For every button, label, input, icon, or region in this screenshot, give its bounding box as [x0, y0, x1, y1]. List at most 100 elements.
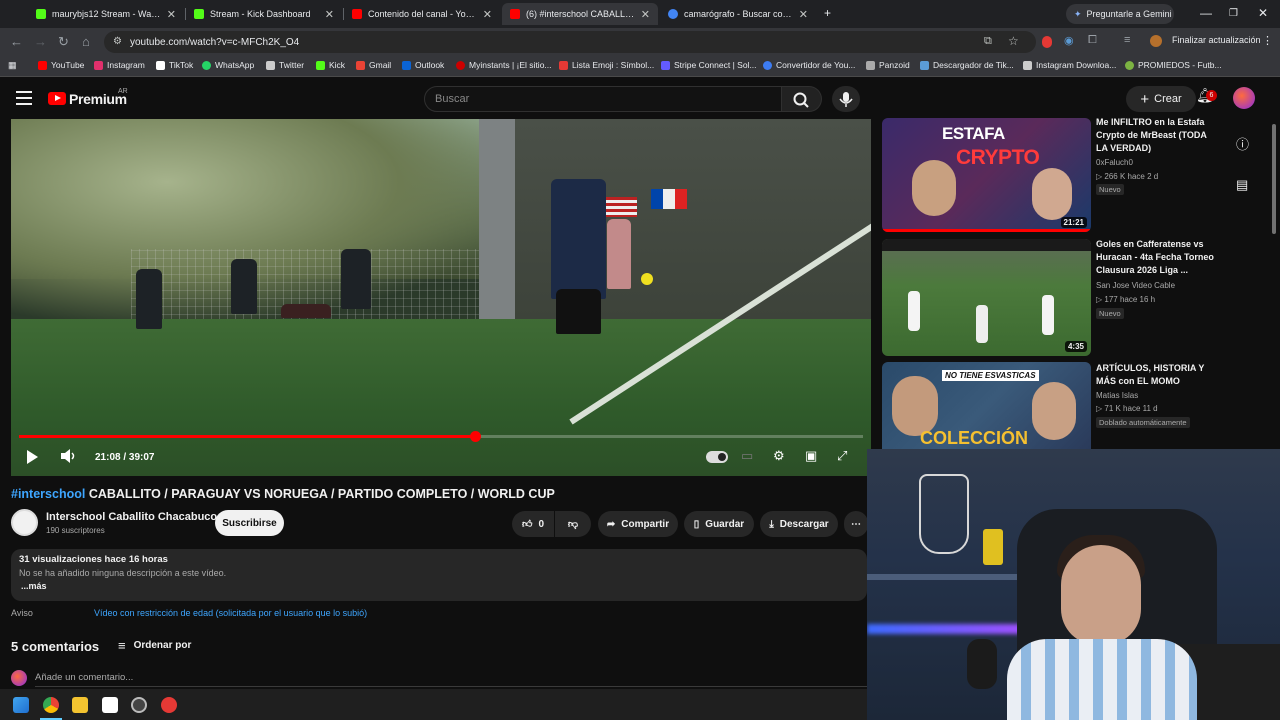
windows-start-icon[interactable]	[13, 697, 29, 713]
subtitles-icon[interactable]: ▭	[741, 448, 753, 464]
autoplay-toggle[interactable]	[706, 451, 728, 463]
back-icon[interactable]: ←	[10, 34, 23, 49]
recommended-thumbnail[interactable]: 4:35	[882, 239, 1091, 356]
bookmark-tiktok[interactable]: TikTok	[156, 60, 193, 70]
description-box[interactable]: 31 visualizaciones hace 16 horas No se h…	[11, 549, 867, 601]
progress-knob[interactable]	[469, 431, 481, 442]
reading-list-icon[interactable]: ≡	[1124, 34, 1130, 46]
bookmark-outlook[interactable]: Outlook	[402, 60, 444, 70]
menu-icon[interactable]	[16, 91, 32, 109]
obs-icon[interactable]	[131, 697, 147, 713]
volume-icon[interactable]	[59, 448, 77, 467]
search-button[interactable]	[782, 86, 822, 112]
reload-icon[interactable]: ↻	[58, 34, 69, 50]
recommended-title[interactable]: Me INFILTRO en la Estafa Crypto de MrBea…	[1096, 116, 1220, 155]
apps-grid-icon[interactable]: ▦	[8, 60, 17, 71]
sort-comments-button[interactable]: ≡ Ordenar por	[118, 638, 191, 653]
bookmark-stripe[interactable]: Stripe Connect | Sol...	[661, 60, 757, 70]
bookmark-promiedos[interactable]: PROMIEDOS - Futb...	[1125, 60, 1222, 70]
bookmark-myinstants[interactable]: Myinstants | ¡El sitio...	[456, 60, 552, 70]
voice-search-button[interactable]	[832, 86, 860, 112]
recommended-thumbnail[interactable]: NO TIENE ESVASTICAS COLECCIÓN	[882, 362, 1091, 450]
download-button[interactable]: ⤓ Descargar	[760, 511, 838, 537]
notice-label: Aviso	[11, 608, 33, 618]
bookmark-youtube[interactable]: YouTube	[38, 60, 84, 70]
create-button[interactable]: + Crear	[1126, 86, 1196, 112]
bookmark-gmail[interactable]: Gmail	[356, 60, 391, 70]
video-player[interactable]: 21:08 / 39:07 ▭ ⚙ ▣ ⤢	[11, 119, 871, 476]
chrome-menu-icon[interactable]: ⋮	[1262, 34, 1273, 47]
channel-name[interactable]: Interschool Caballito Chacabuco	[46, 511, 217, 523]
tab-close-icon[interactable]: ✕	[325, 8, 334, 21]
video-hashtag[interactable]: #interschool	[11, 487, 85, 501]
theater-mode-icon[interactable]: ▣	[805, 448, 817, 464]
recommended-title[interactable]: Goles en Cafferatense vs Huracan - 4ta F…	[1096, 238, 1220, 277]
show-more-link[interactable]: ...más	[21, 581, 47, 591]
gemini-button[interactable]: ✦ Preguntarle a Gemini	[1066, 4, 1174, 24]
recommended-channel[interactable]: 0xFaluch0	[1096, 158, 1133, 167]
bookmark-instagram[interactable]: Instagram	[94, 60, 145, 70]
bookmark-star-icon[interactable]: ☆	[1008, 34, 1019, 48]
tab-youtube-studio[interactable]: Contenido del canal - YouTube ✕	[344, 3, 500, 25]
chrome-icon[interactable]	[43, 697, 59, 713]
chat-icon[interactable]: ▤	[1236, 177, 1248, 193]
add-comment-input[interactable]: Añade un comentario...	[35, 672, 133, 683]
address-bar[interactable]: ⚙ youtube.com/watch?v=c-MFCh2K_O4 ⧉ ☆	[104, 31, 1036, 53]
tab-close-icon[interactable]: ✕	[483, 8, 492, 21]
account-avatar[interactable]	[1233, 87, 1255, 109]
bookmark-emoji[interactable]: Lista Emoji : Símbol...	[559, 60, 654, 70]
bookmark-twitter[interactable]: Twitter	[266, 60, 304, 70]
home-icon[interactable]: ⌂	[82, 34, 90, 49]
tab-kick-dashboard[interactable]: Stream - Kick Dashboard ✕	[186, 3, 342, 25]
capcut-icon[interactable]	[102, 697, 118, 713]
tab-current-video[interactable]: (6) #interschool CABALLITO / P ✕	[502, 3, 658, 25]
fullscreen-icon[interactable]: ⤢	[837, 448, 847, 464]
update-button[interactable]: Finalizar actualización	[1172, 35, 1261, 45]
settings-gear-icon[interactable]: ⚙	[773, 448, 785, 464]
scrollbar[interactable]	[1272, 124, 1276, 234]
search-input[interactable]: Buscar	[424, 86, 782, 112]
dislike-button[interactable]: 👎︎	[555, 511, 591, 537]
forward-icon[interactable]: →	[34, 34, 47, 49]
info-icon[interactable]: ⓘ	[1236, 134, 1249, 153]
progress-bar[interactable]	[19, 431, 863, 442]
minimize-icon[interactable]: —	[1200, 6, 1212, 20]
bookmark-whatsapp[interactable]: WhatsApp	[202, 60, 254, 70]
recommended-thumbnail[interactable]: ESTAFA CRYPTO 21:21	[882, 118, 1091, 232]
tab-close-icon[interactable]: ✕	[167, 8, 176, 21]
recommended-meta: ▷ 71 K hace 11 d	[1096, 404, 1158, 413]
recording-app-icon[interactable]	[161, 697, 177, 713]
bookmark-panzoid[interactable]: Panzoid	[866, 60, 910, 70]
subscribe-button[interactable]: Suscribirse	[215, 510, 284, 536]
tab-kick-stream[interactable]: maurybjs12 Stream - Watch Liv ✕	[28, 3, 184, 25]
like-button[interactable]: 👍︎ 0	[512, 511, 554, 537]
youtube-logo-icon[interactable]	[48, 92, 66, 105]
site-info-icon[interactable]: ⚙	[113, 36, 122, 47]
play-icon[interactable]	[27, 450, 38, 464]
new-tab-icon[interactable]: +	[824, 6, 831, 20]
more-actions-button[interactable]: ⋯	[844, 511, 868, 537]
install-app-icon[interactable]: ⧉	[984, 35, 992, 48]
download-icon	[920, 60, 929, 70]
recommended-channel[interactable]: Matias Islas	[1096, 391, 1138, 400]
recommended-title[interactable]: ARTÍCULOS, HISTORIA Y MÁS con EL MOMO	[1096, 362, 1220, 388]
window-close-icon[interactable]: ✕	[1258, 6, 1268, 20]
bookmark-converter[interactable]: Convertidor de You...	[763, 60, 855, 70]
bookmark-tiktok-downloader[interactable]: Descargador de Tik...	[920, 60, 1014, 70]
channel-avatar[interactable]	[11, 509, 38, 536]
recommended-channel[interactable]: San Jose Video Cable	[1096, 281, 1175, 290]
profile-avatar[interactable]	[1150, 35, 1162, 47]
tab-close-icon[interactable]: ✕	[641, 8, 650, 21]
tab-close-icon[interactable]: ✕	[799, 8, 808, 21]
save-button[interactable]: ▯ Guardar	[684, 511, 754, 537]
extension-icon[interactable]	[1042, 36, 1052, 48]
bookmark-kick[interactable]: Kick	[316, 60, 345, 70]
extension-icon[interactable]: ◉	[1064, 34, 1074, 47]
extensions-puzzle-icon[interactable]: ⧠	[1088, 34, 1097, 47]
share-button[interactable]: ➦ Compartir	[598, 511, 678, 537]
age-restriction-link[interactable]: Vídeo con restricción de edad (solicitad…	[94, 608, 367, 618]
restore-icon[interactable]: ❐	[1229, 8, 1238, 19]
bookmark-instagram-downloader[interactable]: Instagram Downloa...	[1023, 60, 1116, 70]
file-explorer-icon[interactable]	[72, 697, 88, 713]
tab-google-search[interactable]: camarógrafo - Buscar con Goog ✕	[660, 3, 816, 25]
